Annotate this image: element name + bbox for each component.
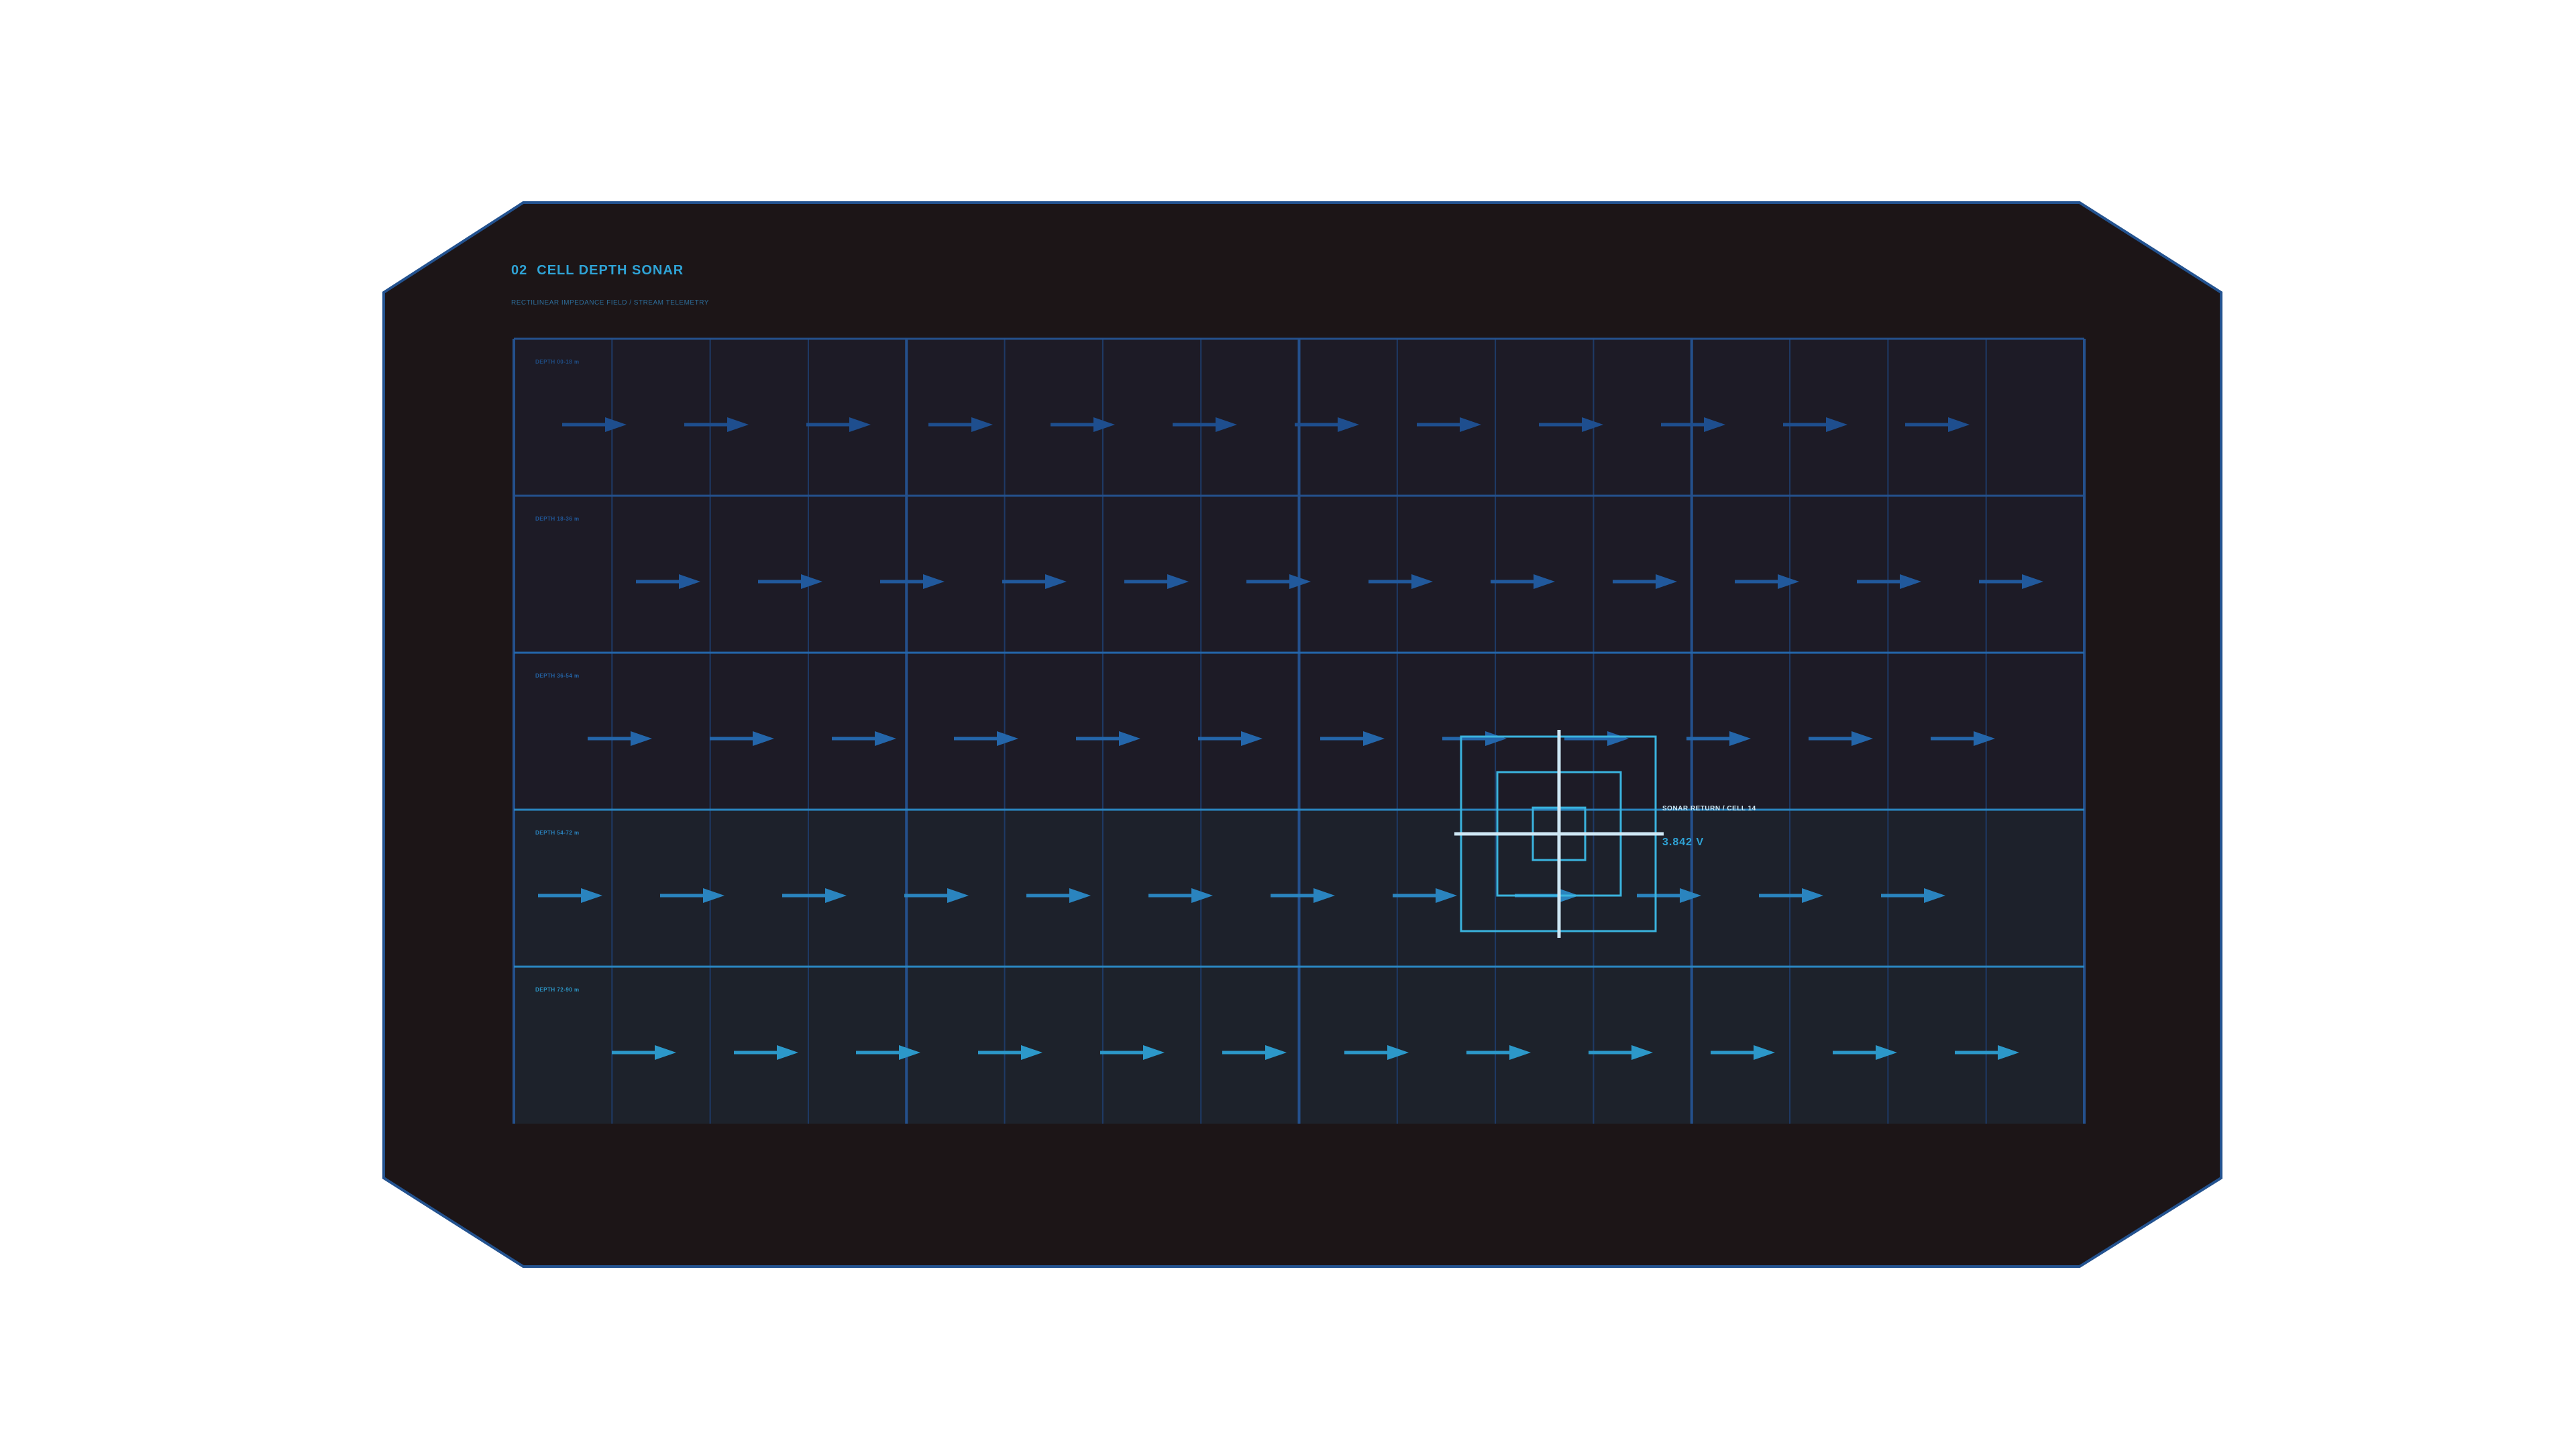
depth-band-label: DEPTH 54-72 m	[535, 830, 580, 836]
depth-band-label: DEPTH 18-36 m	[535, 516, 580, 522]
sonar-return-label: SONAR RETURN / CELL 14	[1662, 805, 1756, 812]
sonar-return-value: 3.842 V	[1662, 837, 1705, 848]
depth-band-label: DEPTH 00-18 m	[535, 359, 580, 365]
depth-band-label: DEPTH 72-90 m	[535, 987, 580, 993]
depth-band-label: DEPTH 36-54 m	[535, 673, 580, 679]
sonar-grid	[513, 337, 2086, 1124]
sonar-stage: 02 CELL DEPTH SONAR RECTILINEAR IMPEDANCE…	[0, 0, 2576, 1449]
